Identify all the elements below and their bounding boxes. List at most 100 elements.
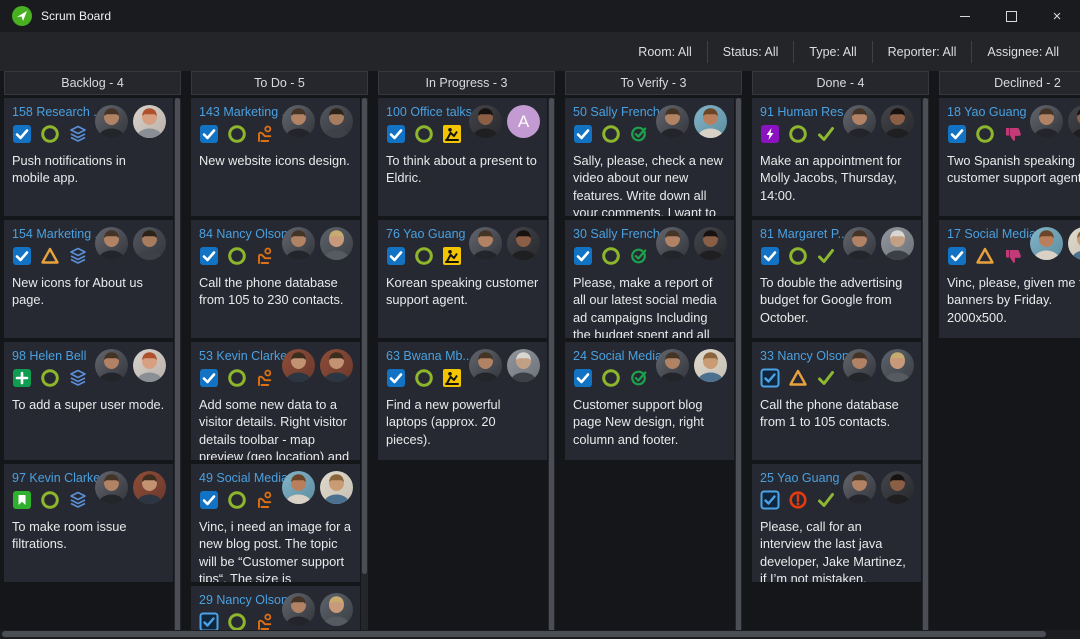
card-link[interactable]: 154 Marketing ... — [12, 227, 100, 241]
avatar-man-beard — [656, 349, 689, 382]
card[interactable]: 81 Margaret P... To double the advertisin… — [752, 220, 921, 338]
triangle-orange-icon — [788, 368, 808, 388]
card[interactable]: 30 Sally FrenchPlease, make a report of … — [565, 220, 734, 338]
card-link[interactable]: 50 Sally French — [573, 105, 661, 119]
vertical-scrollbar[interactable] — [922, 98, 929, 639]
filter-room[interactable]: Room: All — [623, 41, 707, 63]
vertical-scrollbar[interactable] — [361, 98, 368, 639]
card-link[interactable]: 33 Nancy Olson — [760, 349, 848, 363]
card-text: Call the phone database from 105 to 230 … — [199, 274, 352, 309]
card-link[interactable]: 18 Yao Guang — [947, 105, 1035, 119]
card-link[interactable]: 158 Research ... — [12, 105, 100, 119]
card-link[interactable]: 76 Yao Guang — [386, 227, 474, 241]
ring-green-icon — [40, 124, 60, 144]
card-text: Please, call for an interview the last j… — [760, 518, 913, 582]
layers-blue-icon — [68, 246, 88, 266]
check-green-icon — [816, 246, 836, 266]
task-checked-icon — [947, 246, 967, 266]
card-avatars — [656, 105, 727, 138]
card-link[interactable]: 91 Human Res... — [760, 105, 848, 119]
task-checked-icon — [573, 368, 593, 388]
filter-assignee[interactable]: Assignee: All — [971, 41, 1074, 63]
construction-yellow-icon — [442, 368, 462, 388]
avatar-woman-redhead — [133, 105, 166, 138]
maximize-button[interactable] — [988, 0, 1034, 32]
card-text: To double the advertising budget for Goo… — [760, 274, 913, 326]
card[interactable]: 53 Kevin ClarkeAdd some new data to a vi… — [191, 342, 360, 460]
avatar-initial-a: A — [507, 105, 540, 138]
card-link[interactable]: 25 Yao Guang — [760, 471, 848, 485]
avatar-man-beard — [282, 593, 315, 626]
verify-green-icon — [629, 246, 649, 266]
card-text: Find a new powerful laptops (approx. 20 … — [386, 396, 539, 448]
card[interactable]: 158 Research ...Push notifications in mo… — [4, 98, 173, 216]
card[interactable]: 143 Marketing ...New website icons desig… — [191, 98, 360, 216]
card[interactable]: 100 Office talksATo think about a presen… — [378, 98, 547, 216]
task-checked-icon — [573, 246, 593, 266]
card-link[interactable]: 98 Helen Bell — [12, 349, 100, 363]
card-link[interactable]: 24 Social Media — [573, 349, 661, 363]
ring-green-icon — [227, 612, 247, 632]
card-avatars — [1030, 105, 1080, 138]
vertical-scrollbar-thumb[interactable] — [923, 98, 928, 634]
vertical-scrollbar-thumb[interactable] — [549, 98, 554, 634]
card-link[interactable]: 143 Marketing ... — [199, 105, 287, 119]
card[interactable]: 98 Helen BellTo add a super user mode. — [4, 342, 173, 460]
vertical-scrollbar[interactable] — [174, 98, 181, 639]
column-body: 143 Marketing ...New website icons desig… — [191, 98, 368, 639]
avatar-woman-dark — [694, 227, 727, 260]
card-link[interactable]: 49 Social Media — [199, 471, 287, 485]
card-avatars — [282, 227, 353, 260]
title-bar: Scrum Board × — [0, 0, 1080, 32]
minimize-button[interactable] — [942, 0, 988, 32]
vertical-scrollbar[interactable] — [735, 98, 742, 639]
card[interactable]: 91 Human Res...Make an appointment for M… — [752, 98, 921, 216]
vertical-scrollbar-thumb[interactable] — [736, 98, 741, 634]
card[interactable]: 97 Kevin ClarkeTo make room issue filtra… — [4, 464, 173, 582]
card-link[interactable]: 97 Kevin Clarke — [12, 471, 100, 485]
filter-reporter[interactable]: Reporter: All — [872, 41, 972, 63]
column-backlog: Backlog - 4158 Research ...Push notifica… — [4, 71, 181, 639]
avatar-man-beard — [95, 227, 128, 260]
card-link[interactable]: 17 Social Media — [947, 227, 1035, 241]
card[interactable]: 50 Sally FrenchSally, please, check a ne… — [565, 98, 734, 216]
avatar-woman-blonde — [320, 227, 353, 260]
card-link[interactable]: 100 Office talks — [386, 105, 474, 119]
avatar-man-suit-brick — [282, 349, 315, 382]
filter-type[interactable]: Type: All — [793, 41, 871, 63]
card[interactable]: 17 Social MediaVinc, please, given me tw… — [939, 220, 1080, 338]
column-body: 158 Research ...Push notifications in mo… — [4, 98, 181, 639]
card-avatars — [843, 471, 914, 504]
app-logo-icon — [12, 6, 32, 26]
card[interactable]: 33 Nancy OlsonCall the phone database fr… — [752, 342, 921, 460]
card[interactable]: 154 Marketing ...New icons for About us … — [4, 220, 173, 338]
card-link[interactable]: 30 Sally French — [573, 227, 661, 241]
ring-green-icon — [414, 124, 434, 144]
card[interactable]: 49 Social MediaVinc, i need an image for… — [191, 464, 360, 582]
card[interactable]: 25 Yao Guang Please, call for an intervie… — [752, 464, 921, 582]
column-header: Declined - 2 — [939, 71, 1080, 95]
vertical-scrollbar-thumb[interactable] — [175, 98, 180, 634]
card-link[interactable]: 84 Nancy Olson — [199, 227, 287, 241]
horizontal-scrollbar[interactable] — [0, 630, 1080, 639]
card-link[interactable]: 29 Nancy Olson — [199, 593, 287, 607]
card[interactable]: 76 Yao GuangKorean speaking customer sup… — [378, 220, 547, 338]
task-checkbox-icon — [760, 490, 780, 510]
avatar-man-beard — [656, 227, 689, 260]
horizontal-scrollbar-thumb[interactable] — [2, 631, 1046, 637]
ring-green-icon — [227, 368, 247, 388]
card[interactable]: 24 Social MediaCustomer support blog pag… — [565, 342, 734, 460]
vertical-scrollbar-thumb[interactable] — [362, 98, 367, 574]
card[interactable]: 63 Bwana Mb... Find a new powerful laptop… — [378, 342, 547, 460]
filter-status[interactable]: Status: All — [707, 41, 794, 63]
vertical-scrollbar[interactable] — [548, 98, 555, 639]
column-body: 50 Sally FrenchSally, please, check a ne… — [565, 98, 742, 639]
close-button[interactable]: × — [1034, 0, 1080, 32]
ring-green-icon — [601, 246, 621, 266]
ring-green-icon — [227, 246, 247, 266]
card[interactable]: 18 Yao GuangTwo Spanish speaking custome… — [939, 98, 1080, 216]
card-link[interactable]: 53 Kevin Clarke — [199, 349, 287, 363]
card[interactable]: 84 Nancy Olson Call the phone database fr… — [191, 220, 360, 338]
card-link[interactable]: 81 Margaret P... — [760, 227, 848, 241]
card-link[interactable]: 63 Bwana Mb... — [386, 349, 474, 363]
